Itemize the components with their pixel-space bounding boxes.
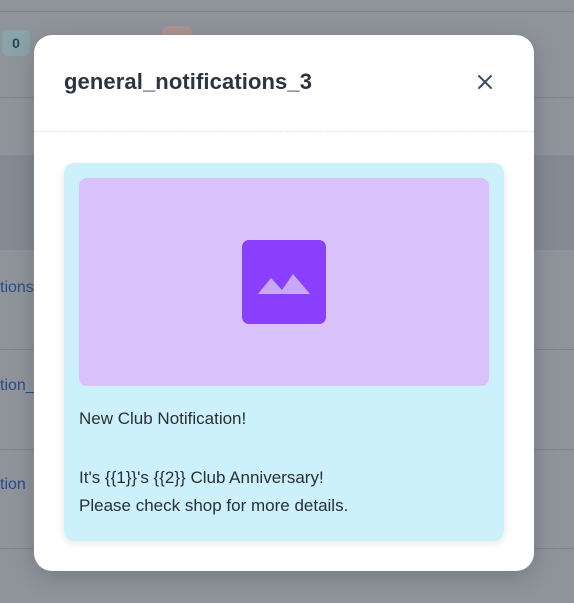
- close-button[interactable]: [472, 71, 498, 97]
- modal-overlay[interactable]: general_notifications_3 New Club Notific…: [0, 0, 574, 603]
- message-header-text: New Club Notification!: [79, 409, 247, 428]
- media-placeholder: [79, 178, 489, 386]
- template-preview-modal: general_notifications_3 New Club Notific…: [34, 35, 534, 571]
- message-preview-card: New Club Notification! It's {{1}}'s {{2}…: [64, 163, 504, 541]
- image-icon: [242, 240, 326, 324]
- message-body-line: It's {{1}}'s {{2}} Club Anniversary!: [79, 468, 324, 487]
- close-icon: [477, 74, 493, 95]
- message-body: It's {{1}}'s {{2}} Club Anniversary! Ple…: [79, 464, 348, 520]
- message-body-line: Please check shop for more details.: [79, 496, 349, 515]
- modal-title: general_notifications_3: [64, 69, 313, 94]
- modal-header: general_notifications_3: [34, 35, 534, 132]
